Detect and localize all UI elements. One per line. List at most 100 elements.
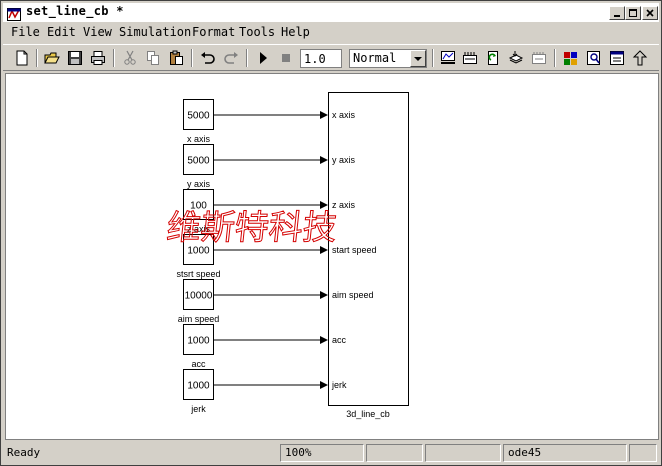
menu-view[interactable]: View (83, 25, 112, 39)
toolbar: Normal (3, 44, 659, 71)
find-icon (587, 51, 600, 65)
status-cell-empty-1 (366, 444, 423, 462)
stop-simulation-button[interactable] (275, 48, 297, 69)
input-port-label: start speed (332, 245, 377, 255)
solver-name: ode45 (503, 444, 627, 462)
menu-format[interactable]: Format (192, 25, 235, 39)
open-icon (44, 52, 60, 64)
input-port-label: aim speed (332, 290, 374, 300)
constant-block[interactable]: 1000 jerk (183, 369, 329, 415)
go-to-parent-button[interactable] (629, 48, 651, 69)
menu-edit[interactable]: Edit (47, 25, 76, 39)
zoom-level: 100% (280, 444, 364, 462)
simulink-window: set_line_cb * File Edit View Simulation … (0, 0, 662, 466)
model-properties-button[interactable] (606, 48, 628, 69)
build-button[interactable] (437, 48, 459, 69)
menu-simulation[interactable]: Simulation (119, 25, 191, 39)
menu-bar: File Edit View Simulation Format Tools H… (3, 23, 659, 42)
constant-value: 1000 (187, 381, 210, 392)
copy-icon (147, 51, 159, 65)
constant-value: 10000 (185, 291, 213, 302)
input-port-label: x axis (332, 110, 356, 120)
copy-button[interactable] (142, 48, 164, 69)
close-icon (646, 9, 654, 17)
update-diagram-button[interactable] (459, 48, 481, 69)
model-explorer-button[interactable] (482, 48, 504, 69)
status-cell-empty-3 (629, 444, 657, 462)
build-icon (441, 51, 455, 64)
maximize-icon (629, 9, 637, 17)
model-explorer-icon (488, 51, 498, 65)
constant-value: 5000 (187, 111, 210, 122)
constant-block[interactable]: 5000 y axis (183, 144, 329, 190)
redo-icon (224, 52, 238, 64)
library-button[interactable] (560, 48, 582, 69)
close-button[interactable] (642, 6, 658, 20)
open-button[interactable] (41, 48, 63, 69)
constant-label: jerk (190, 404, 206, 414)
update-diagram-icon (463, 52, 477, 64)
constant-block[interactable]: 10000 aim speed (178, 279, 328, 325)
new-model-button[interactable] (11, 48, 33, 69)
subsystem-label: 3d_line_cb (346, 409, 390, 419)
minimize-button[interactable] (609, 6, 625, 20)
constant-label: acc (191, 359, 206, 369)
undo-icon (201, 52, 215, 64)
debug-button[interactable] (528, 48, 550, 69)
constant-label: aim speed (178, 314, 220, 324)
undo-button[interactable] (197, 48, 219, 69)
input-port-label: jerk (331, 380, 347, 390)
constant-label: x axis (187, 134, 211, 144)
save-icon (68, 51, 82, 65)
menu-help[interactable]: Help (281, 25, 310, 39)
new-model-icon (16, 50, 28, 66)
title-bar[interactable]: set_line_cb * (3, 3, 659, 22)
print-icon (91, 51, 105, 65)
signal-arrow-icon (320, 291, 328, 299)
find-button[interactable] (583, 48, 605, 69)
input-port-label: y axis (332, 155, 356, 165)
constant-value: 1000 (187, 336, 210, 347)
stop-time-field[interactable] (300, 49, 342, 68)
model-canvas[interactable]: 5000 x axis 5000 y axis 100 z axis 1000 stsrt s… (5, 73, 659, 440)
simulation-mode-select[interactable]: Normal (349, 49, 427, 68)
library-icon (564, 52, 577, 65)
paste-button[interactable] (165, 48, 187, 69)
simulation-mode-value: Normal (353, 51, 397, 65)
debug-icon (532, 52, 546, 64)
window-title: set_line_cb * (26, 4, 124, 18)
constant-label: y axis (187, 179, 211, 189)
go-to-parent-icon (632, 50, 648, 66)
constant-block[interactable]: 1000 acc (183, 324, 329, 370)
redo-button[interactable] (220, 48, 242, 69)
status-cell-empty-2 (425, 444, 501, 462)
constant-block[interactable]: 5000 x axis (183, 99, 329, 145)
watermark-text: 维斯特科技 (165, 208, 339, 248)
signal-arrow-icon (320, 156, 328, 164)
library-browser-icon (508, 51, 524, 64)
signal-arrow-icon (320, 111, 328, 119)
menu-file[interactable]: File (11, 25, 40, 39)
start-simulation-button[interactable] (252, 48, 274, 69)
cut-button[interactable] (119, 48, 141, 69)
dropdown-arrow-icon[interactable] (410, 50, 426, 67)
library-browser-button[interactable] (505, 48, 527, 69)
constant-label: stsrt speed (176, 269, 220, 279)
signal-arrow-icon (320, 336, 328, 344)
model-properties-icon (610, 51, 624, 65)
input-port-label: acc (332, 335, 347, 345)
minimize-icon (614, 15, 620, 17)
status-text: Ready (7, 446, 41, 459)
print-button[interactable] (87, 48, 109, 69)
simulink-model-icon (7, 6, 21, 21)
stop-simulation-icon (282, 54, 290, 62)
menu-tools[interactable]: Tools (239, 25, 275, 39)
signal-arrow-icon (320, 381, 328, 389)
start-simulation-icon (260, 52, 267, 64)
cut-icon (124, 50, 136, 65)
save-button[interactable] (64, 48, 86, 69)
status-bar: Ready 100% ode45 (3, 443, 659, 463)
block-diagram: 5000x axis5000y axis100z axis1000stsrt s… (164, 92, 409, 419)
constant-value: 5000 (187, 156, 210, 167)
maximize-button[interactable] (625, 6, 641, 20)
